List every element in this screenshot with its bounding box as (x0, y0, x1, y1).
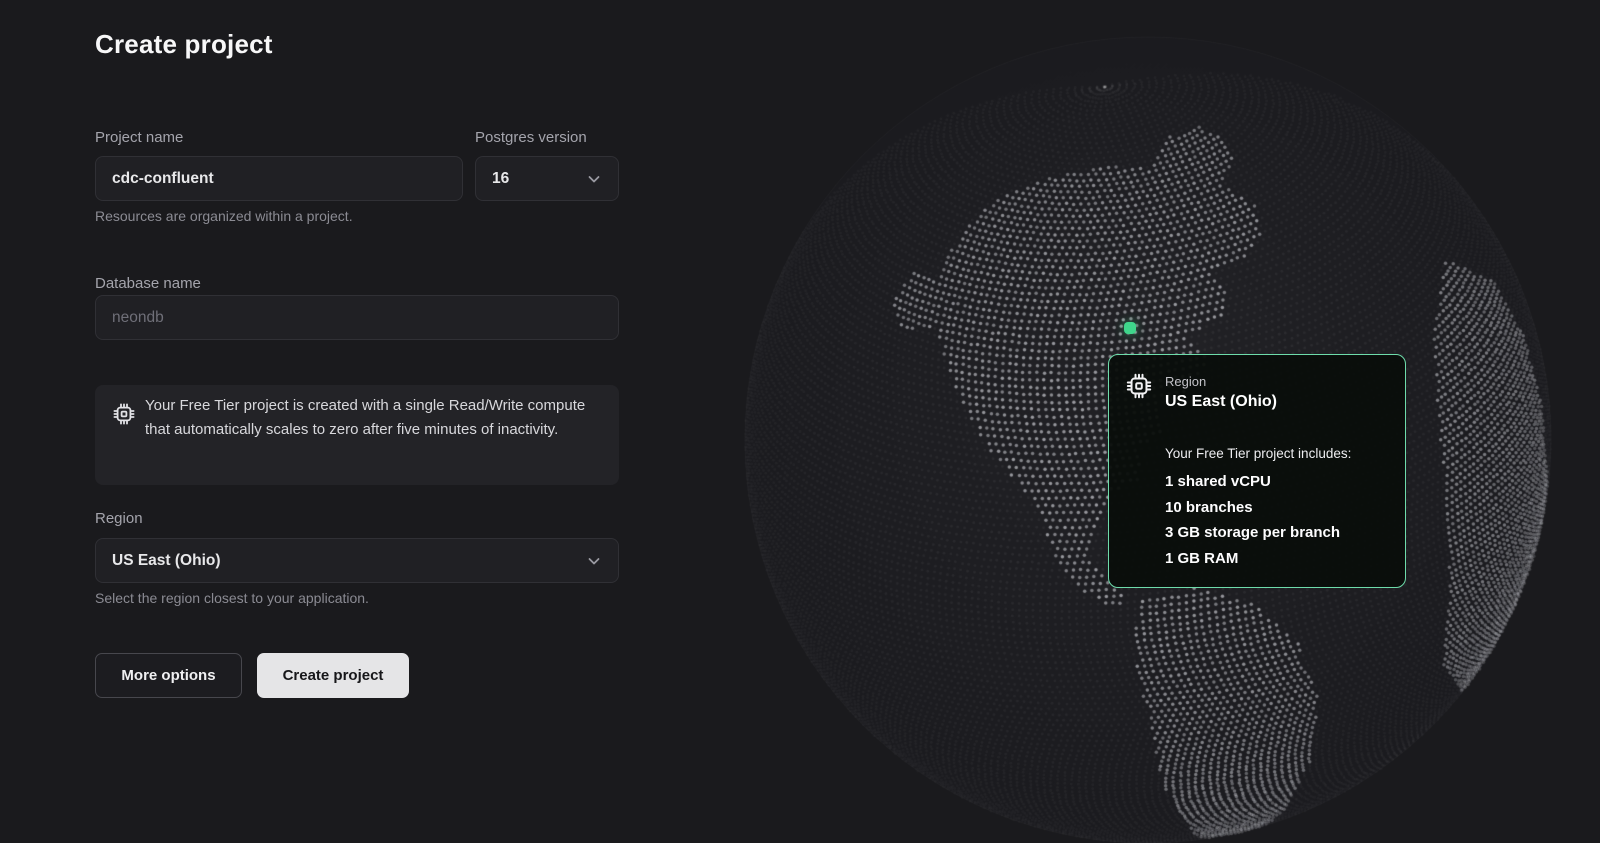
cpu-chip-icon (112, 402, 136, 431)
project-name-helper: Resources are organized within a project… (95, 208, 353, 224)
include-item-branches: 10 branches (1165, 495, 1389, 521)
region-label: Region (95, 510, 143, 527)
chevron-down-icon (586, 553, 602, 569)
page-title: Create project (95, 29, 273, 60)
includes-title: Your Free Tier project includes: (1165, 446, 1389, 461)
region-card-titles: Region US East (Ohio) (1165, 371, 1277, 413)
database-name-label: Database name (95, 275, 201, 292)
region-card-includes: Your Free Tier project includes: 1 share… (1165, 446, 1389, 571)
postgres-version-label: Postgres version (475, 129, 587, 146)
include-item-ram: 1 GB RAM (1165, 546, 1389, 572)
postgres-version-value: 16 (492, 170, 509, 188)
region-select-value: US East (Ohio) (112, 552, 221, 570)
region-card-value: US East (Ohio) (1165, 391, 1277, 413)
region-select[interactable]: US East (Ohio) (95, 538, 619, 583)
region-helper: Select the region closest to your applic… (95, 590, 369, 606)
project-name-input[interactable] (95, 156, 463, 201)
region-marker-dot (1124, 322, 1136, 334)
database-name-input[interactable] (95, 295, 619, 340)
project-name-label: Project name (95, 129, 183, 146)
cpu-chip-icon (1125, 372, 1153, 405)
more-options-button[interactable]: More options (95, 653, 242, 698)
region-card-header: Region US East (Ohio) (1125, 371, 1389, 413)
postgres-version-select[interactable]: 16 (475, 156, 619, 201)
region-card-label: Region (1165, 374, 1277, 390)
free-tier-notice-text: Your Free Tier project is created with a… (145, 394, 600, 441)
include-item-storage: 3 GB storage per branch (1165, 520, 1389, 546)
create-project-button[interactable]: Create project (257, 653, 409, 698)
region-info-card: Region US East (Ohio) Your Free Tier pro… (1108, 354, 1406, 588)
chevron-down-icon (586, 171, 602, 187)
free-tier-notice: Your Free Tier project is created with a… (95, 385, 619, 485)
include-item-vcpu: 1 shared vCPU (1165, 469, 1389, 495)
